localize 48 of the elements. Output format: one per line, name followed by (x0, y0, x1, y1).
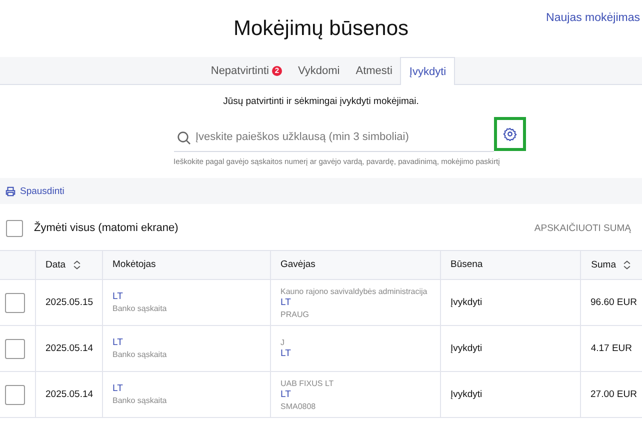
account-link[interactable]: LT (280, 296, 430, 308)
payee-name-text: Kauno rajono savivaldybės administracija (280, 286, 428, 296)
search-field[interactable]: Įveskite paieškos užklausą (min 3 simboliai) (174, 122, 494, 152)
account-link[interactable]: LT (112, 337, 260, 349)
column-header: Gavėjas (280, 259, 316, 270)
new-payment-link[interactable]: Naujas mokėjimas (546, 12, 640, 24)
tab[interactable]: Įvykdyti (400, 57, 456, 85)
date-text: 2025.05.14 (46, 389, 94, 400)
sort-icon (72, 258, 82, 272)
payee-code-text: SMA0808 (280, 400, 317, 412)
checkbox[interactable] (6, 220, 23, 236)
account-type-text: Banko sąskaita (112, 395, 168, 406)
settings-icon (502, 127, 516, 141)
account-link[interactable]: LT (280, 388, 430, 400)
select-all-label: Žymėti visus (matomi ekrane) (34, 222, 178, 234)
search-icon (176, 130, 192, 146)
amount-text: 27.00 EUR (590, 389, 637, 400)
account-link[interactable]: LT (280, 348, 430, 360)
print-link[interactable]: Spausdinti (5, 186, 64, 196)
sort-icon (622, 258, 632, 272)
checkbox[interactable] (5, 384, 25, 404)
column-header: Būsena (450, 259, 483, 270)
amount-text: 4.17 EUR (590, 343, 632, 354)
status-text: Įvykdyti (450, 389, 482, 400)
date-text: 2025.05.15 (46, 297, 94, 308)
account-link[interactable]: LT (112, 291, 260, 303)
tab[interactable]: Atmesti (348, 57, 400, 84)
status-text: Įvykdyti (450, 343, 482, 354)
amount-text: 96.60 EUR (590, 297, 637, 308)
account-link[interactable]: LT (112, 383, 260, 395)
calculate-sum-button[interactable]: APSKAIČIUOTI SUMĄ (534, 222, 631, 234)
payee-code-text: PRAUG (280, 308, 310, 320)
column-header[interactable]: Suma (591, 260, 616, 270)
payee-name-text: J (280, 337, 286, 348)
date-text: 2025.05.14 (46, 343, 94, 354)
account-type-text: Banko sąskaita (112, 349, 168, 360)
column-header: Mokėtojas (112, 259, 156, 270)
checkbox[interactable] (5, 338, 25, 358)
column-header[interactable]: Data (46, 260, 66, 270)
settings-button[interactable] (494, 117, 526, 151)
account-type-text: Banko sąskaita (112, 303, 168, 314)
tab[interactable]: Vykdomi (290, 57, 348, 84)
status-text: Įvykdyti (450, 297, 482, 308)
printer-icon (5, 186, 16, 196)
checkbox[interactable] (5, 292, 25, 312)
page-title: Mokėjimų būsenos (233, 16, 409, 40)
description-text: Jūsų patvirtinti ir sėkmingai įvykdyti mokėjimai. (222, 96, 420, 109)
payee-name-text: UAB FIXUS LT (280, 378, 335, 388)
